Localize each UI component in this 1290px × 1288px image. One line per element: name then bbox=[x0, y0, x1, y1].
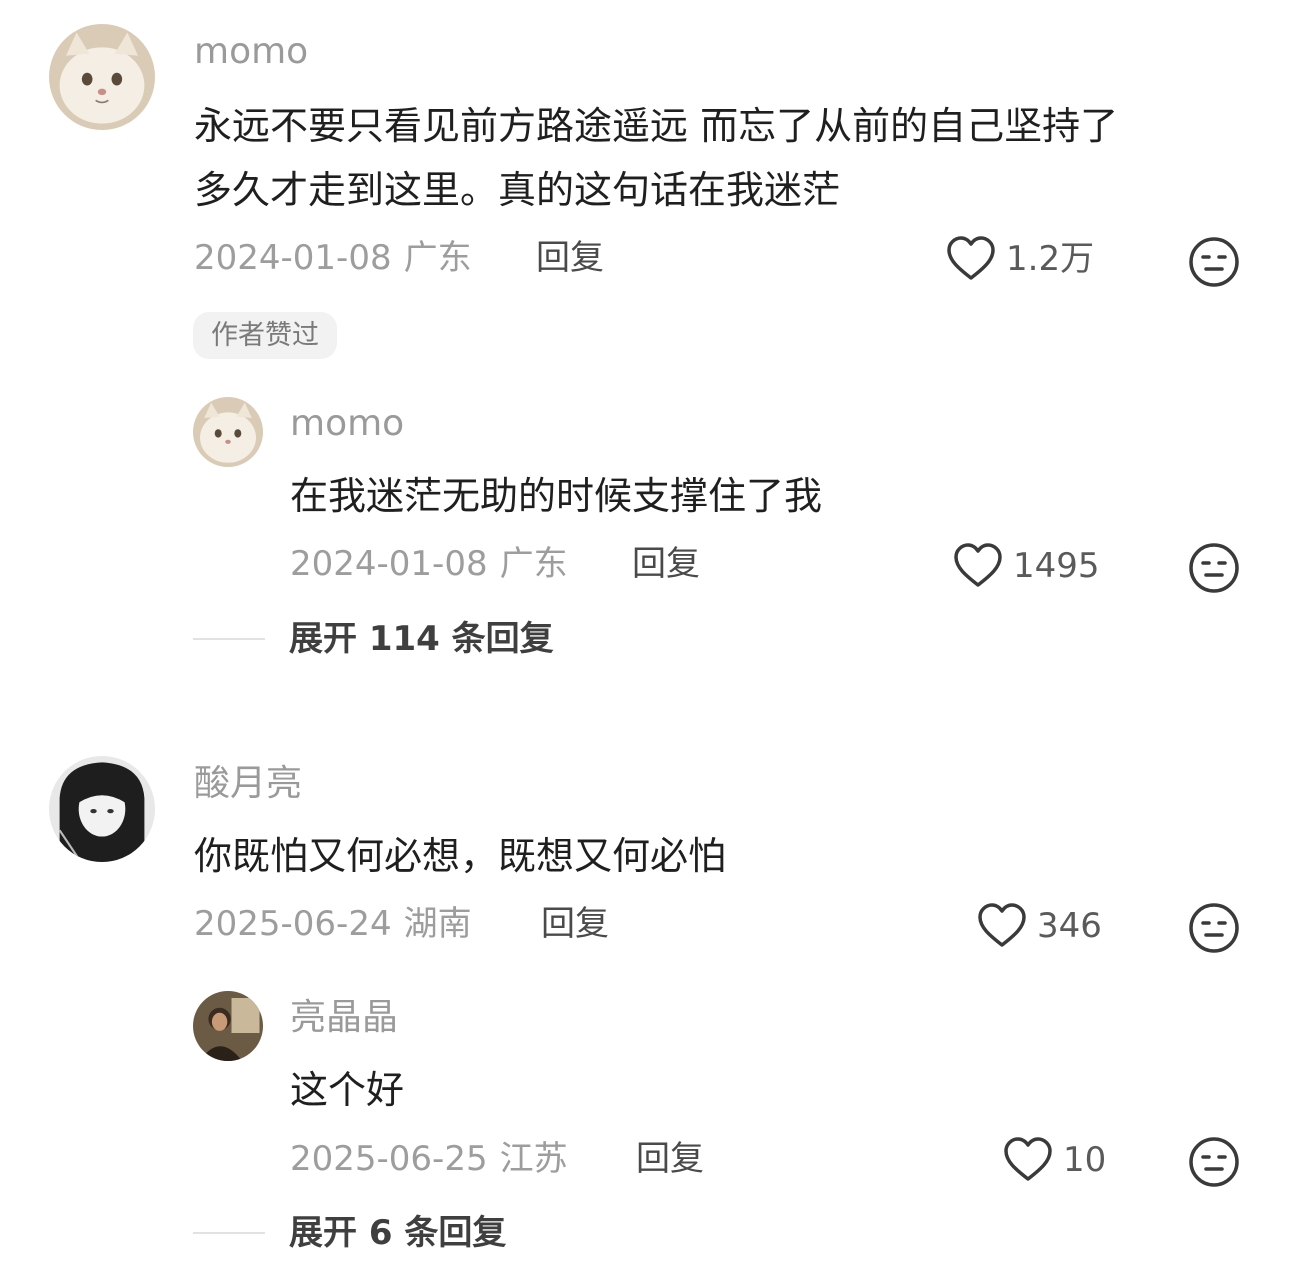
like-count: 346 bbox=[1037, 906, 1102, 946]
cat-avatar-icon bbox=[193, 397, 263, 467]
comment-text: 永远不要只看见前方路途遥远 而忘了从前的自己坚持了 多久才走到这里。真的这句话在… bbox=[194, 94, 1118, 222]
reply-date: 2024-01-08 bbox=[290, 544, 488, 584]
comment-text-line: 多久才走到这里。真的这句话在我迷茫 bbox=[194, 168, 841, 212]
reply-region: 广东 bbox=[499, 544, 568, 584]
meh-face-icon[interactable] bbox=[1188, 902, 1240, 954]
person-avatar-icon bbox=[193, 991, 263, 1061]
comment-meta: 2025-06-24 湖南 bbox=[194, 907, 472, 941]
heart-outline-icon bbox=[978, 903, 1026, 947]
girl-avatar-icon bbox=[49, 756, 155, 862]
username[interactable]: 酸月亮 bbox=[194, 766, 302, 802]
username[interactable]: 亮晶晶 bbox=[290, 1000, 398, 1036]
like-count: 10 bbox=[1063, 1140, 1107, 1180]
expand-replies-button[interactable]: 展开 6 条回复 bbox=[193, 1216, 506, 1250]
comment-date: 2025-06-24 bbox=[194, 904, 392, 944]
divider-line bbox=[193, 1232, 265, 1234]
expand-replies-button[interactable]: 展开 114 条回复 bbox=[193, 622, 554, 656]
comment-text: 你既怕又何必想，既想又何必怕 bbox=[194, 824, 726, 888]
comment-region: 广东 bbox=[403, 238, 472, 278]
cat-avatar-icon bbox=[49, 24, 155, 130]
username[interactable]: momo bbox=[194, 34, 308, 70]
avatar[interactable] bbox=[193, 397, 263, 467]
username[interactable]: momo bbox=[290, 406, 404, 442]
like-button[interactable]: 346 bbox=[977, 903, 1102, 949]
meh-face-icon[interactable] bbox=[1188, 542, 1240, 594]
reply-text: 在我迷茫无助的时候支撑住了我 bbox=[290, 474, 823, 518]
like-button[interactable]: 1.2万 bbox=[946, 236, 1094, 282]
avatar[interactable] bbox=[193, 991, 263, 1061]
reply-region: 江苏 bbox=[499, 1139, 568, 1179]
avatar[interactable] bbox=[49, 24, 155, 130]
like-count: 1495 bbox=[1013, 546, 1100, 586]
reply-meta: 2024-01-08 广东 bbox=[290, 547, 568, 581]
comment-region: 湖南 bbox=[403, 904, 472, 944]
reply-text: 这个好 bbox=[290, 1068, 405, 1112]
divider-line bbox=[193, 638, 265, 640]
expand-replies-label: 展开 6 条回复 bbox=[289, 1213, 507, 1253]
comment-meta: 2024-01-08 广东 bbox=[194, 241, 472, 275]
like-button[interactable]: 10 bbox=[1003, 1137, 1106, 1183]
comment-text-line: 你既怕又何必想，既想又何必怕 bbox=[194, 834, 727, 878]
expand-replies-label: 展开 114 条回复 bbox=[289, 619, 554, 659]
reply-date: 2025-06-25 bbox=[290, 1139, 488, 1179]
like-button[interactable]: 1495 bbox=[953, 543, 1100, 589]
comment-date: 2024-01-08 bbox=[194, 238, 392, 278]
reply-button[interactable]: 回复 bbox=[536, 241, 604, 275]
heart-outline-icon bbox=[1004, 1137, 1052, 1181]
reply-button[interactable]: 回复 bbox=[632, 547, 700, 581]
heart-outline-icon bbox=[954, 543, 1002, 587]
author-liked-badge: 作者赞过 bbox=[193, 312, 337, 359]
reply-meta: 2025-06-25 江苏 bbox=[290, 1142, 568, 1176]
reply-button[interactable]: 回复 bbox=[541, 907, 609, 941]
comment-text-line: 永远不要只看见前方路途遥远 而忘了从前的自己坚持了 bbox=[194, 104, 1119, 148]
like-count: 1.2万 bbox=[1006, 239, 1095, 279]
meh-face-icon[interactable] bbox=[1188, 236, 1240, 288]
avatar[interactable] bbox=[49, 756, 155, 862]
reply-button[interactable]: 回复 bbox=[636, 1142, 704, 1176]
heart-outline-icon bbox=[947, 236, 995, 280]
meh-face-icon[interactable] bbox=[1188, 1136, 1240, 1188]
